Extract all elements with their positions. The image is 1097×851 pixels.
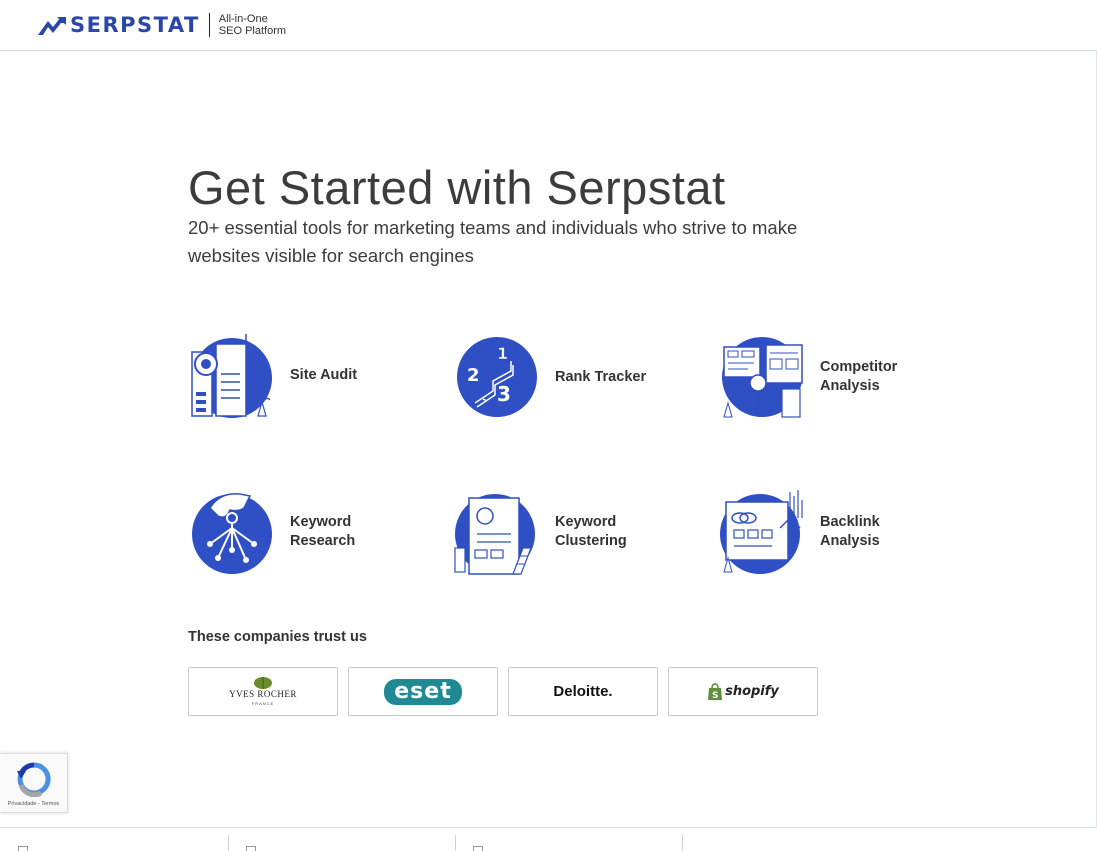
- tool-rank-tracker[interactable]: 1 2 3 Rank Tracker: [453, 332, 693, 422]
- keyword-clustering-icon: [454, 494, 535, 575]
- trust-section-title: These companies trust us: [188, 629, 367, 645]
- brand-name: Deloitte.: [553, 683, 613, 700]
- logo-wordmark: SERPSTAT: [70, 13, 200, 37]
- logo-divider: [208, 13, 210, 37]
- bottom-divider: [682, 835, 683, 851]
- broken-image-icon: [18, 846, 28, 851]
- recaptcha-badge[interactable]: Privacidade - Termos: [0, 753, 68, 813]
- competitor-analysis-icon: [722, 337, 803, 418]
- tool-backlink-analysis[interactable]: Backlink Analysis: [718, 487, 958, 577]
- bottom-divider: [228, 835, 229, 851]
- tool-label: Site Audit: [290, 366, 358, 383]
- tool-keyword-research[interactable]: Keyword Research: [188, 487, 428, 577]
- backlink-analysis-icon: [720, 490, 803, 574]
- brand-logo-eset: eset: [348, 667, 498, 716]
- bottom-broken-image-3: [473, 832, 673, 851]
- serpstat-logo[interactable]: SERPSTAT All-in-One SEO Platform: [38, 13, 286, 37]
- tool-label: Competitor Analysis: [820, 359, 898, 394]
- tool-keyword-clustering[interactable]: Keyword Clustering: [453, 487, 693, 577]
- brand-logo-shopify: S shopify: [668, 667, 818, 716]
- site-audit-icon: [191, 334, 272, 418]
- tool-site-audit[interactable]: Site Audit: [188, 330, 428, 420]
- logo-tagline: All-in-One SEO Platform: [219, 13, 286, 37]
- site-header: SERPSTAT All-in-One SEO Platform: [0, 0, 1097, 51]
- serpstat-logo-icon: [38, 17, 66, 35]
- brand-name: YVES ROCHER: [229, 688, 297, 699]
- bottom-broken-image-2: [246, 832, 446, 851]
- recaptcha-links[interactable]: Privacidade - Termos: [8, 801, 60, 807]
- bottom-broken-image-1: [18, 832, 218, 851]
- bottom-divider: [455, 835, 456, 851]
- recaptcha-icon: [16, 762, 51, 797]
- bottom-bar: [0, 827, 1097, 851]
- rank-tracker-icon: 1 2 3: [457, 337, 537, 417]
- brand-logo-deloitte: Deloitte.: [508, 667, 658, 716]
- broken-image-icon: [473, 846, 483, 851]
- tool-competitor-analysis[interactable]: Competitor Analysis: [718, 332, 958, 422]
- svg-text:2: 2: [467, 365, 480, 386]
- tool-label: Rank Tracker: [555, 368, 647, 385]
- tagline-line-1: All-in-One: [218, 13, 268, 25]
- tool-label: Keyword Research: [290, 514, 356, 549]
- tool-label: Backlink Analysis: [820, 514, 880, 549]
- page-subtitle: 20+ essential tools for marketing teams …: [188, 217, 798, 266]
- brand-name: shopify: [725, 684, 779, 699]
- shopify-bag-icon: S: [708, 682, 723, 701]
- brand-name: eset: [384, 678, 462, 705]
- tool-label: Keyword Clustering: [555, 514, 627, 549]
- broken-image-icon: [246, 846, 256, 851]
- yves-rocher-leaf-icon: [253, 676, 272, 689]
- keyword-research-icon: [192, 493, 272, 574]
- tagline-line-2: SEO Platform: [218, 25, 287, 37]
- page-title: Get Started with Serpstat: [188, 161, 726, 214]
- brand-subname: FRANCE: [251, 700, 275, 706]
- brand-logo-yves-rocher: YVES ROCHER FRANCE: [188, 667, 338, 716]
- svg-text:S: S: [712, 691, 718, 701]
- svg-text:1: 1: [497, 344, 508, 363]
- svg-text:3: 3: [497, 382, 511, 406]
